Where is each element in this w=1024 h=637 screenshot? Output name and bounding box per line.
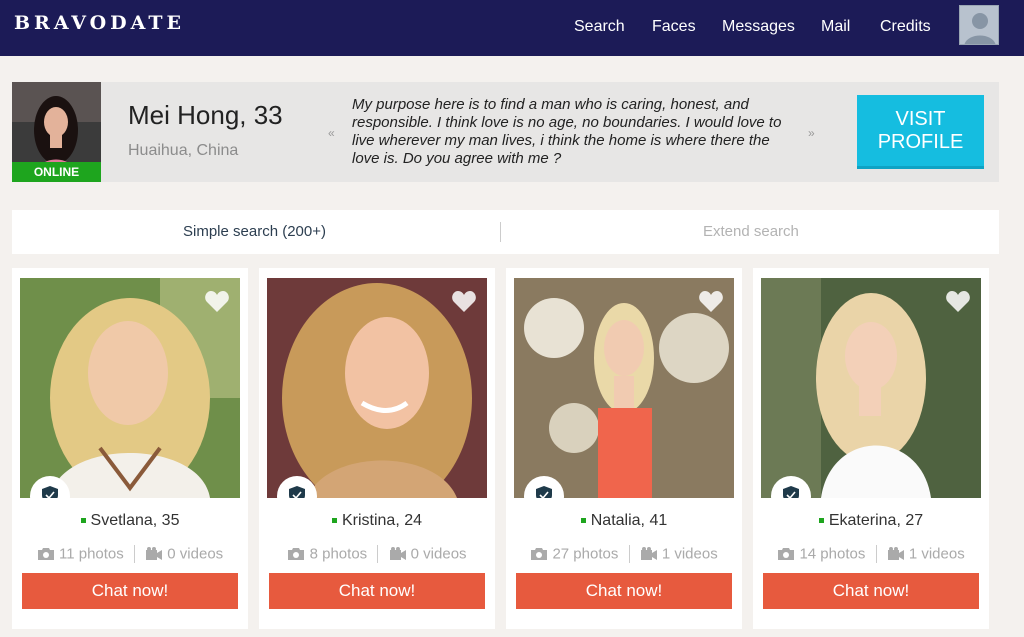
chat-now-button[interactable]: Chat now! <box>516 573 732 609</box>
profile-media-counts: 8 photos 0 videos <box>259 545 495 564</box>
visit-profile-button[interactable]: VISIT PROFILE <box>857 95 984 169</box>
chat-now-button[interactable]: Chat now! <box>763 573 979 609</box>
profile-name[interactable]: Kristina, 24 <box>259 512 495 530</box>
video-camera-icon <box>887 547 904 561</box>
profile-name[interactable]: Natalia, 41 <box>506 512 742 530</box>
camera-icon <box>288 548 305 561</box>
featured-location: Huaihua, China <box>128 142 239 159</box>
chat-now-button[interactable]: Chat now! <box>22 573 238 609</box>
nav-faces[interactable]: Faces <box>652 18 696 36</box>
profile-photo[interactable] <box>761 278 981 498</box>
camera-icon <box>531 548 548 561</box>
profile-media-counts: 11 photos 0 videos <box>12 545 248 564</box>
profile-media-counts: 14 photos 1 videos <box>753 545 989 564</box>
nav-credits[interactable]: Credits <box>880 18 931 36</box>
camera-icon <box>37 548 54 561</box>
profile-card: Natalia, 41 27 photos 1 videos Chat now! <box>506 268 742 629</box>
profile-photo[interactable] <box>267 278 487 498</box>
profile-photo[interactable] <box>514 278 734 498</box>
shield-icon <box>289 486 305 498</box>
profile-media-counts: 27 photos 1 videos <box>506 545 742 564</box>
profile-name[interactable]: Svetlana, 35 <box>12 512 248 530</box>
user-avatar[interactable] <box>959 5 999 45</box>
video-count[interactable]: 1 videos <box>662 546 718 563</box>
user-silhouette-icon <box>960 6 998 44</box>
online-dot-icon <box>580 518 586 524</box>
next-arrow-icon[interactable]: » <box>808 126 815 140</box>
featured-name[interactable]: Mei Hong, 33 <box>128 100 283 131</box>
shield-icon <box>536 486 552 498</box>
site-logo[interactable]: BRAVODATE <box>14 12 185 34</box>
favorite-heart-icon[interactable] <box>698 290 724 314</box>
online-dot-icon <box>331 518 337 524</box>
video-count[interactable]: 0 videos <box>167 546 223 563</box>
prev-arrow-icon[interactable]: « <box>328 126 335 140</box>
video-camera-icon <box>640 547 657 561</box>
featured-profile-photo[interactable]: ONLINE <box>12 82 101 182</box>
profile-card: Kristina, 24 8 photos 0 videos Chat now! <box>259 268 495 629</box>
nav-mail[interactable]: Mail <box>821 18 850 36</box>
camera-icon <box>778 548 795 561</box>
featured-about-text: My purpose here is to find a man who is … <box>352 96 782 167</box>
profile-card: Ekaterina, 27 14 photos 1 videos Chat no… <box>753 268 989 629</box>
search-tabs: Simple search (200+) Extend search <box>12 210 999 254</box>
profile-card: Svetlana, 35 11 photos 0 videos Chat now… <box>12 268 248 629</box>
shield-icon <box>42 486 58 498</box>
nav-search[interactable]: Search <box>574 18 625 36</box>
video-camera-icon <box>389 547 406 561</box>
tab-divider <box>500 222 501 242</box>
chat-now-button[interactable]: Chat now! <box>269 573 485 609</box>
featured-profile-banner: ONLINE Mei Hong, 33 Huaihua, China « My … <box>12 82 999 182</box>
favorite-heart-icon[interactable] <box>451 290 477 314</box>
favorite-heart-icon[interactable] <box>945 290 971 314</box>
photo-count[interactable]: 14 photos <box>799 546 865 563</box>
profile-photo[interactable] <box>20 278 240 498</box>
tab-extend-search[interactable]: Extend search <box>703 223 799 240</box>
online-status-badge: ONLINE <box>12 162 101 182</box>
favorite-heart-icon[interactable] <box>204 290 230 314</box>
photo-count[interactable]: 11 photos <box>59 546 124 563</box>
video-camera-icon <box>146 547 163 561</box>
tab-simple-search[interactable]: Simple search (200+) <box>183 223 326 240</box>
video-count[interactable]: 0 videos <box>411 546 467 563</box>
video-count[interactable]: 1 videos <box>909 546 965 563</box>
nav-messages[interactable]: Messages <box>722 18 795 36</box>
online-dot-icon <box>818 518 824 524</box>
shield-icon <box>783 486 799 498</box>
profile-name[interactable]: Ekaterina, 27 <box>753 512 989 530</box>
online-dot-icon <box>80 518 86 524</box>
photo-count[interactable]: 27 photos <box>552 546 618 563</box>
photo-count[interactable]: 8 photos <box>310 546 368 563</box>
top-navigation-bar: BRAVODATE Search Faces Messages Mail Cre… <box>0 0 1024 56</box>
